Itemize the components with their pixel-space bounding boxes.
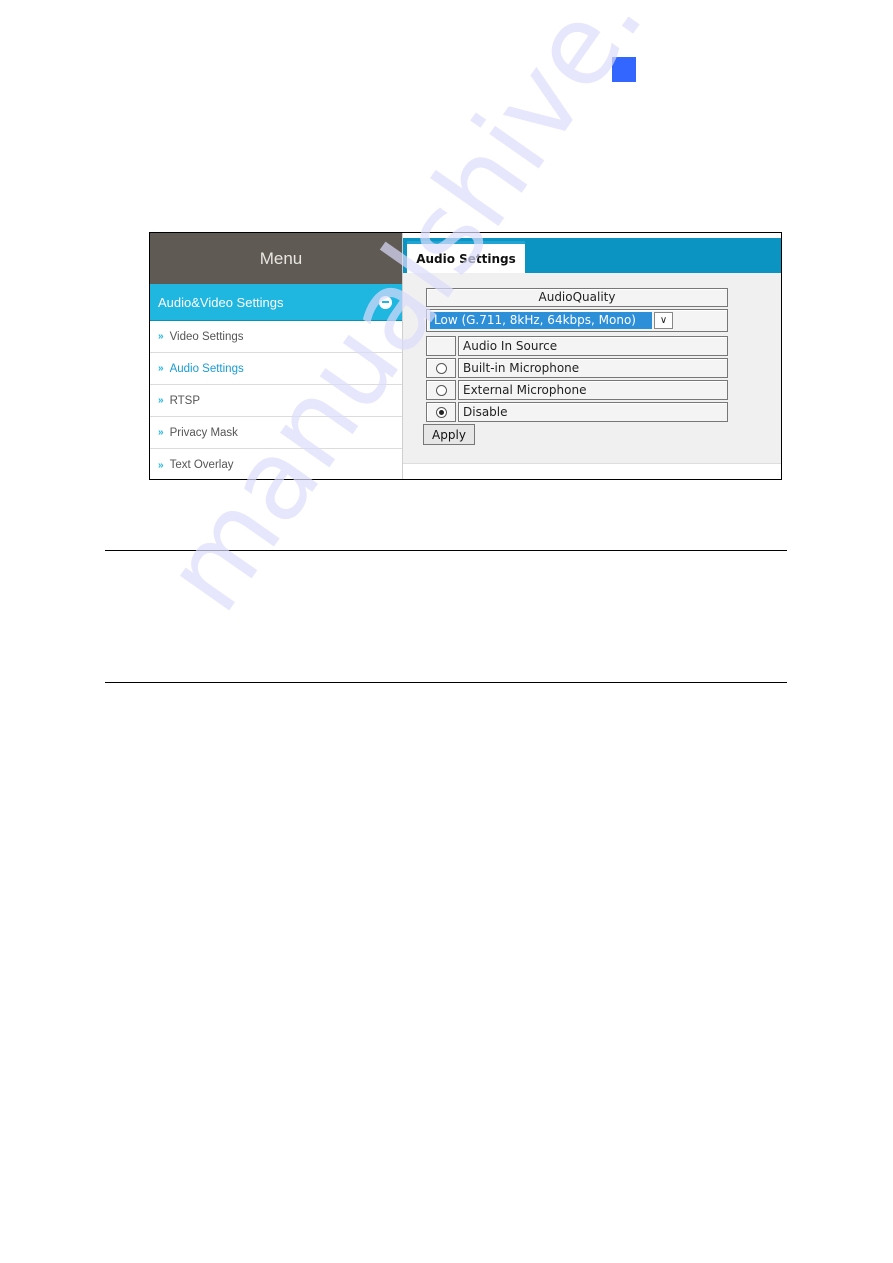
radio-built-in-microphone[interactable] <box>435 362 447 374</box>
chevron-right-icon: » <box>158 427 164 438</box>
audio-quality-selected-value: Low (G.711, 8kHz, 64kbps, Mono) <box>430 312 652 329</box>
note-top-rule <box>105 550 787 551</box>
audio-in-source-header-row: Audio In Source <box>426 336 728 356</box>
sidebar-item-label: Audio Settings <box>169 362 244 375</box>
chevron-right-icon: » <box>158 459 164 471</box>
sidebar-item-label: Video Settings <box>169 330 244 343</box>
sidebar-item-label: Privacy Mask <box>169 426 238 439</box>
audio-settings-screenshot: Menu Audio&Video Settings » Video Settin… <box>149 232 782 480</box>
sidebar-item-rtsp[interactable]: » RTSP <box>150 385 402 417</box>
empty-header-cell <box>426 336 456 356</box>
sidebar-item-privacy-mask[interactable]: » Privacy Mask <box>150 417 402 449</box>
audio-in-source-table: Audio In Source Built-in Microphone Exte… <box>426 336 728 422</box>
chevron-right-icon: » <box>158 331 164 342</box>
audio-quality-label: AudioQuality <box>426 288 728 307</box>
audio-settings-panel: AudioQuality Low (G.711, 8kHz, 64kbps, M… <box>403 273 781 464</box>
audio-settings-form: AudioQuality Low (G.711, 8kHz, 64kbps, M… <box>426 288 728 424</box>
note-bottom-rule <box>105 682 787 683</box>
chevron-right-icon: » <box>158 395 164 406</box>
sidebar-item-text-overlay[interactable]: » Text Overlay <box>150 449 402 479</box>
sidebar-section-audio-video[interactable]: Audio&Video Settings <box>150 284 402 321</box>
section-label: Audio&Video Settings <box>158 294 284 310</box>
table-row[interactable]: Disable <box>426 402 728 422</box>
sidebar-menu: Menu Audio&Video Settings » Video Settin… <box>150 233 402 479</box>
audio-quality-row: Low (G.711, 8kHz, 64kbps, Mono) ∨ <box>426 309 728 332</box>
sidebar-item-label: Text Overlay <box>169 459 234 471</box>
audio-in-source-label: Audio In Source <box>458 336 728 356</box>
table-row[interactable]: External Microphone <box>426 380 728 400</box>
collapse-minus-icon[interactable] <box>379 295 392 309</box>
option-label: Disable <box>458 402 728 422</box>
tab-bar: Audio Settings <box>403 238 781 273</box>
apply-button[interactable]: Apply <box>423 424 475 445</box>
radio-disable[interactable] <box>435 406 447 418</box>
sidebar-item-label: RTSP <box>169 394 201 407</box>
sidebar-item-audio-settings[interactable]: » Audio Settings <box>150 353 402 385</box>
menu-header: Menu <box>150 233 402 284</box>
chevron-down-icon[interactable]: ∨ <box>654 312 673 329</box>
sidebar-item-video-settings[interactable]: » Video Settings <box>150 321 402 353</box>
chevron-right-icon: » <box>158 363 164 374</box>
audio-quality-select[interactable]: Low (G.711, 8kHz, 64kbps, Mono) ∨ <box>430 312 673 329</box>
option-label: External Microphone <box>458 380 728 400</box>
option-label: Built-in Microphone <box>458 358 728 378</box>
table-row[interactable]: Built-in Microphone <box>426 358 728 378</box>
tab-audio-settings[interactable]: Audio Settings <box>407 241 525 273</box>
radio-external-microphone[interactable] <box>435 384 447 396</box>
content-area: Audio Settings AudioQuality Low (G.711, … <box>403 233 781 479</box>
page-section-marker <box>612 57 636 82</box>
